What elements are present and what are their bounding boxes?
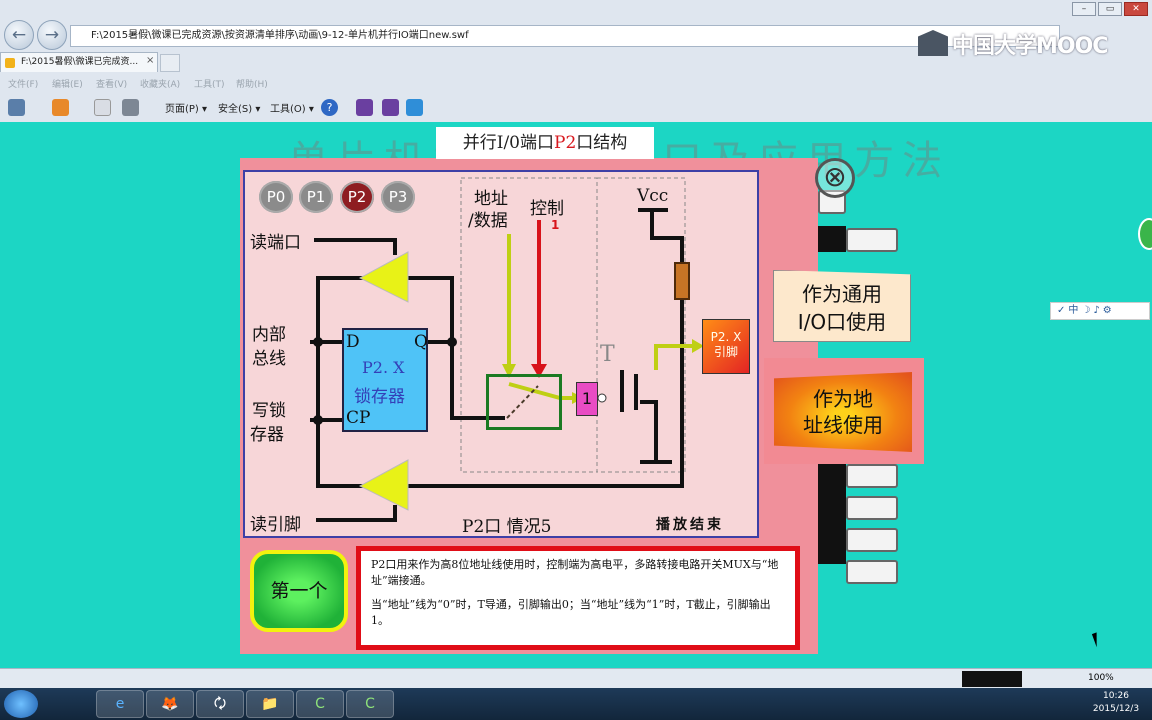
description-para-1: P2口用来作为高8位地址线使用时，控制端为高电平，多路转接电路开关MUX与“地址… <box>371 558 779 587</box>
latch-label-2: 锁存器 <box>354 387 405 407</box>
input-method-toolbar[interactable]: ✓中☽♪⚙ <box>1050 302 1150 320</box>
label-cp: CP <box>346 408 371 428</box>
description-para-2: 当“地址”线为“0”时，T导通，引脚输出0；当“地址”线为“1”时，T截止，引脚… <box>371 598 771 627</box>
tab-p3[interactable]: P3 <box>381 181 415 213</box>
option-general-io-line1: 作为通用 <box>802 282 882 306</box>
option-address-line[interactable]: 作为地 址线使用 <box>774 372 912 452</box>
label-write-latch-1: 写锁 <box>252 401 286 421</box>
latch-label-1: P2. X <box>362 358 405 377</box>
clock[interactable]: 10:26 2015/12/3 <box>1086 690 1146 716</box>
pin-label-1: P2. X <box>710 330 742 344</box>
inverter: 1 <box>576 382 598 416</box>
taskbar-ie[interactable]: e <box>96 690 144 718</box>
notification-area <box>962 671 1022 687</box>
clock-date: 2015/12/3 <box>1092 704 1140 714</box>
label-vcc: Vcc <box>637 186 669 206</box>
mux-switch <box>486 374 562 430</box>
label-read-pin: 读引脚 <box>250 515 301 535</box>
case-label: P2口 情况5 <box>462 517 552 537</box>
tab-p2[interactable]: P2 <box>340 181 374 213</box>
label-d: D <box>346 332 360 352</box>
label-internal-bus-2: 总线 <box>252 349 286 369</box>
label-transistor: T <box>600 342 615 367</box>
taskbar-explorer[interactable]: 📁 <box>246 690 294 718</box>
option-address-line1: 作为地 <box>813 387 873 411</box>
taskbar-sync[interactable]: 🗘 <box>196 690 244 718</box>
tab-p0[interactable]: P0 <box>259 181 293 213</box>
pin-box: P2. X 引脚 <box>702 319 750 374</box>
option-general-io[interactable]: 作为通用 I/O口使用 <box>773 270 911 342</box>
zoom-level[interactable]: 100% <box>1088 673 1114 683</box>
label-address-2: /数据 <box>468 211 508 231</box>
label-control-value: 1 <box>551 218 560 232</box>
description-box: P2口用来作为高8位地址线使用时，控制端为高电平，多路转接电路开关MUX与“地址… <box>356 546 800 650</box>
start-button[interactable] <box>4 690 38 718</box>
label-write-latch-2: 存器 <box>250 425 284 445</box>
option-address-line2: 址线使用 <box>803 413 883 437</box>
label-control: 控制 <box>530 199 564 219</box>
label-q: Q <box>414 332 428 352</box>
resistor <box>674 262 690 300</box>
clock-time: 10:26 <box>1103 691 1129 701</box>
taskbar: e 🦊 🗘 📁 C C 10:26 2015/12/3 <box>0 688 1152 720</box>
screen: { "browser": { "address": "F:\\2015暑假\\微… <box>0 0 1152 720</box>
taskbar-camtasia-2[interactable]: C <box>346 690 394 718</box>
playback-finished: 播放结束 <box>656 517 724 533</box>
label-internal-bus-1: 内部 <box>252 325 286 345</box>
taskbar-firefox[interactable]: 🦊 <box>146 690 194 718</box>
taskbar-camtasia-1[interactable]: C <box>296 690 344 718</box>
first-case-button[interactable]: 第一个 <box>250 550 348 632</box>
pin-label-2: 引脚 <box>713 345 738 359</box>
label-read-port: 读端口 <box>250 233 301 253</box>
tab-p1[interactable]: P1 <box>299 181 333 213</box>
status-bar: 100% <box>0 668 1152 688</box>
option-general-io-line2: I/O口使用 <box>797 310 887 334</box>
